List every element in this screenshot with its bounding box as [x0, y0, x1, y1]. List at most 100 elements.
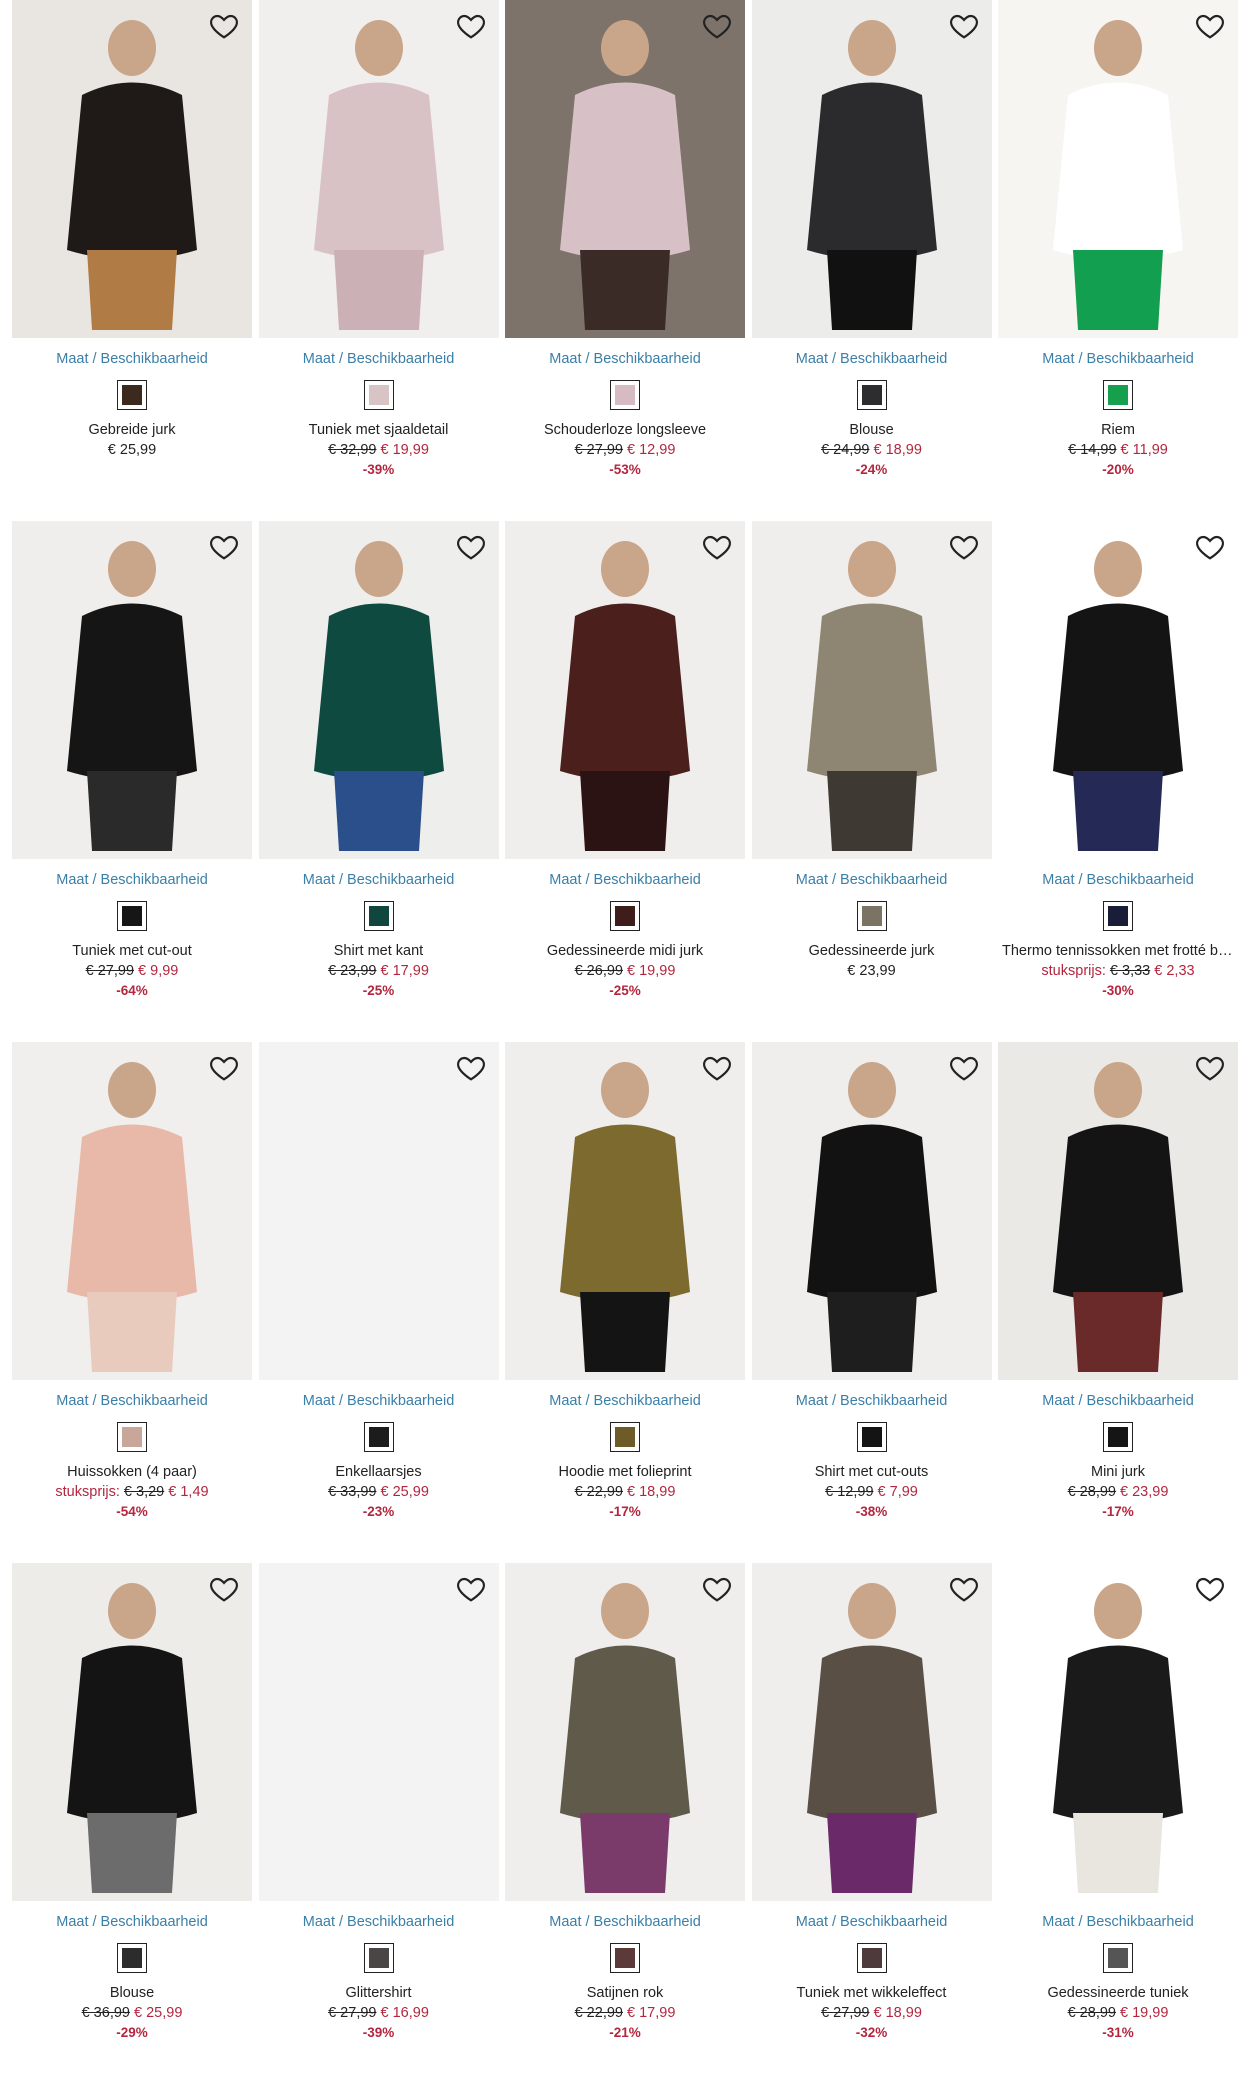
- wishlist-heart-icon[interactable]: [455, 1573, 487, 1605]
- wishlist-heart-icon[interactable]: [948, 1052, 980, 1084]
- wishlist-heart-icon[interactable]: [1194, 10, 1226, 42]
- product-name[interactable]: Tuniek met wikkeleffect: [752, 1983, 992, 2003]
- product-name[interactable]: Hoodie met folieprint: [505, 1462, 745, 1482]
- product-name[interactable]: Riem: [998, 420, 1238, 440]
- color-swatch[interactable]: [363, 1943, 394, 1973]
- product-card[interactable]: Maat / Beschikbaarheid Gedessineerde midi…: [505, 521, 745, 1042]
- wishlist-heart-icon[interactable]: [208, 10, 240, 42]
- wishlist-heart-icon[interactable]: [701, 1573, 733, 1605]
- color-swatch[interactable]: [363, 901, 394, 931]
- color-swatch[interactable]: [856, 380, 887, 410]
- product-card[interactable]: Maat / Beschikbaarheid Blouse € 36,99 € 25…: [12, 1563, 252, 2084]
- product-name[interactable]: Gedessineerde jurk: [752, 941, 992, 961]
- color-swatch[interactable]: [610, 1422, 640, 1452]
- size-availability-link[interactable]: Maat / Beschikbaarheid: [12, 1913, 252, 1931]
- size-availability-link[interactable]: Maat / Beschikbaarheid: [752, 1392, 992, 1410]
- wishlist-heart-icon[interactable]: [455, 531, 487, 563]
- product-name[interactable]: Blouse: [12, 1983, 252, 2003]
- product-card[interactable]: Maat / Beschikbaarheid Tuniek met sjaalde…: [258, 0, 499, 521]
- color-swatch[interactable]: [1103, 380, 1133, 410]
- product-image[interactable]: [998, 1042, 1238, 1380]
- color-swatch[interactable]: [117, 1422, 147, 1452]
- product-name[interactable]: Schouderloze longsleeve: [505, 420, 745, 440]
- product-image[interactable]: [751, 521, 992, 859]
- product-card[interactable]: Maat / Beschikbaarheid Gedessineerde jurk…: [751, 521, 992, 1042]
- product-card[interactable]: Maat / Beschikbaarheid Thermo tennissokke…: [998, 521, 1238, 1042]
- wishlist-heart-icon[interactable]: [948, 1573, 980, 1605]
- size-availability-link[interactable]: Maat / Beschikbaarheid: [12, 871, 252, 889]
- color-swatch[interactable]: [1103, 1943, 1133, 1973]
- size-availability-link[interactable]: Maat / Beschikbaarheid: [259, 350, 499, 368]
- product-card[interactable]: Maat / Beschikbaarheid Enkellaarsjes € 33,…: [258, 1042, 499, 1563]
- product-image[interactable]: [258, 1563, 499, 1901]
- product-image[interactable]: [12, 1563, 252, 1901]
- size-availability-link[interactable]: Maat / Beschikbaarheid: [998, 350, 1238, 368]
- size-availability-link[interactable]: Maat / Beschikbaarheid: [259, 1913, 499, 1931]
- product-image[interactable]: [258, 0, 499, 338]
- product-name[interactable]: Tuniek met cut-out: [12, 941, 252, 961]
- color-swatch[interactable]: [117, 380, 147, 410]
- size-availability-link[interactable]: Maat / Beschikbaarheid: [12, 350, 252, 368]
- product-image[interactable]: [12, 521, 252, 859]
- product-image[interactable]: [505, 0, 745, 338]
- product-name[interactable]: Shirt met cut-outs: [752, 1462, 992, 1482]
- product-name[interactable]: Gedessineerde midi jurk: [505, 941, 745, 961]
- wishlist-heart-icon[interactable]: [455, 1052, 487, 1084]
- color-swatch[interactable]: [610, 901, 640, 931]
- wishlist-heart-icon[interactable]: [455, 10, 487, 42]
- size-availability-link[interactable]: Maat / Beschikbaarheid: [12, 1392, 252, 1410]
- size-availability-link[interactable]: Maat / Beschikbaarheid: [505, 350, 745, 368]
- product-card[interactable]: Maat / Beschikbaarheid Tuniek met cut-out…: [12, 521, 252, 1042]
- wishlist-heart-icon[interactable]: [1194, 531, 1226, 563]
- product-image[interactable]: [12, 0, 252, 338]
- size-availability-link[interactable]: Maat / Beschikbaarheid: [998, 1913, 1238, 1931]
- wishlist-heart-icon[interactable]: [208, 1052, 240, 1084]
- size-availability-link[interactable]: Maat / Beschikbaarheid: [752, 1913, 992, 1931]
- color-swatch[interactable]: [363, 1422, 394, 1452]
- product-card[interactable]: Maat / Beschikbaarheid Hoodie met foliepr…: [505, 1042, 745, 1563]
- color-swatch[interactable]: [363, 380, 394, 410]
- wishlist-heart-icon[interactable]: [701, 531, 733, 563]
- wishlist-heart-icon[interactable]: [1194, 1052, 1226, 1084]
- size-availability-link[interactable]: Maat / Beschikbaarheid: [505, 871, 745, 889]
- color-swatch[interactable]: [856, 901, 887, 931]
- product-image[interactable]: [505, 521, 745, 859]
- wishlist-heart-icon[interactable]: [701, 1052, 733, 1084]
- product-image[interactable]: [751, 1563, 992, 1901]
- size-availability-link[interactable]: Maat / Beschikbaarheid: [752, 350, 992, 368]
- product-image[interactable]: [998, 521, 1238, 859]
- product-card[interactable]: Maat / Beschikbaarheid Huissokken (4 paar…: [12, 1042, 252, 1563]
- product-name[interactable]: Shirt met kant: [259, 941, 499, 961]
- product-name[interactable]: Enkellaarsjes: [259, 1462, 499, 1482]
- color-swatch[interactable]: [1103, 901, 1133, 931]
- size-availability-link[interactable]: Maat / Beschikbaarheid: [505, 1913, 745, 1931]
- product-card[interactable]: Maat / Beschikbaarheid Shirt met kant € 23…: [258, 521, 499, 1042]
- color-swatch[interactable]: [117, 1943, 147, 1973]
- product-image[interactable]: [505, 1563, 745, 1901]
- product-name[interactable]: Mini jurk: [998, 1462, 1238, 1482]
- product-image[interactable]: [998, 0, 1238, 338]
- product-card[interactable]: Maat / Beschikbaarheid Gedessineerde tuni…: [998, 1563, 1238, 2084]
- color-swatch[interactable]: [1103, 1422, 1133, 1452]
- product-name[interactable]: Satijnen rok: [505, 1983, 745, 2003]
- size-availability-link[interactable]: Maat / Beschikbaarheid: [505, 1392, 745, 1410]
- wishlist-heart-icon[interactable]: [948, 10, 980, 42]
- size-availability-link[interactable]: Maat / Beschikbaarheid: [998, 871, 1238, 889]
- wishlist-heart-icon[interactable]: [1194, 1573, 1226, 1605]
- product-card[interactable]: Maat / Beschikbaarheid Shirt met cut-outs…: [751, 1042, 992, 1563]
- color-swatch[interactable]: [610, 380, 640, 410]
- product-card[interactable]: Maat / Beschikbaarheid Gebreide jurk € 25,…: [12, 0, 252, 521]
- size-availability-link[interactable]: Maat / Beschikbaarheid: [259, 871, 499, 889]
- product-card[interactable]: Maat / Beschikbaarheid Blouse € 24,99 € 18…: [751, 0, 992, 521]
- product-image[interactable]: [751, 0, 992, 338]
- wishlist-heart-icon[interactable]: [208, 1573, 240, 1605]
- product-card[interactable]: Maat / Beschikbaarheid Glittershirt € 27,9…: [258, 1563, 499, 2084]
- product-name[interactable]: Glittershirt: [259, 1983, 499, 2003]
- color-swatch[interactable]: [856, 1943, 887, 1973]
- product-name[interactable]: Gedessineerde tuniek: [998, 1983, 1238, 2003]
- product-image[interactable]: [751, 1042, 992, 1380]
- product-image[interactable]: [505, 1042, 745, 1380]
- size-availability-link[interactable]: Maat / Beschikbaarheid: [752, 871, 992, 889]
- product-card[interactable]: Maat / Beschikbaarheid Mini jurk € 28,99 €…: [998, 1042, 1238, 1563]
- product-card[interactable]: Maat / Beschikbaarheid Tuniek met wikkele…: [751, 1563, 992, 2084]
